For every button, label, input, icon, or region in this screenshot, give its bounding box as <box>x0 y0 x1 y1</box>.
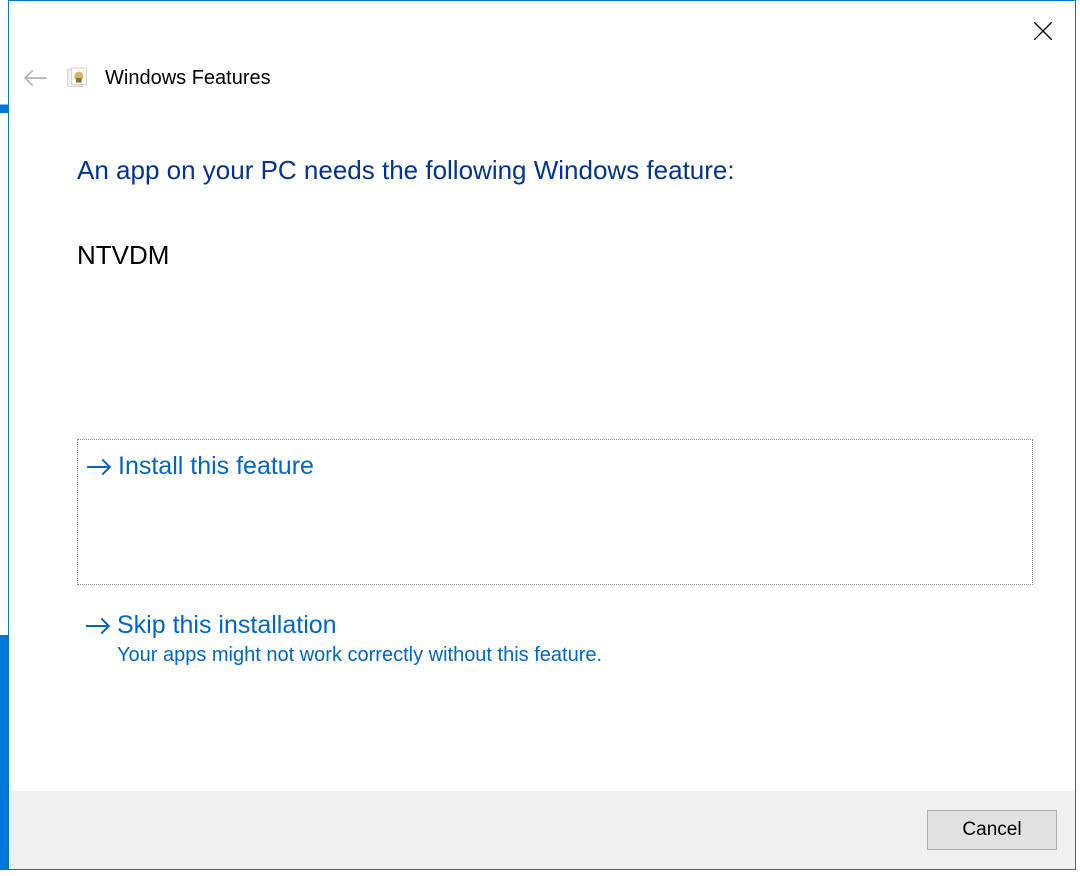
main-heading: An app on your PC needs the following Wi… <box>77 155 1033 186</box>
header-row: Windows Features <box>9 1 1075 91</box>
cancel-button[interactable]: Cancel <box>927 810 1057 850</box>
skip-title-row: Skip this installation <box>85 611 1025 640</box>
install-title-row: Install this feature <box>86 452 1024 481</box>
skip-title: Skip this installation <box>117 611 337 640</box>
close-icon <box>1033 21 1053 41</box>
content-area: An app on your PC needs the following Wi… <box>9 91 1075 791</box>
skip-subtitle: Your apps might not work correctly witho… <box>117 644 1025 667</box>
left-edge-stripe <box>0 0 8 870</box>
feature-name: NTVDM <box>77 240 1033 271</box>
cancel-label: Cancel <box>962 819 1021 841</box>
close-button[interactable] <box>1027 15 1059 47</box>
footer-bar: Cancel <box>9 791 1075 869</box>
dialog-frame: Windows Features An app on your PC needs… <box>8 0 1076 870</box>
install-option[interactable]: Install this feature <box>77 439 1033 585</box>
back-arrow-icon <box>23 68 49 88</box>
arrow-right-icon <box>86 458 114 476</box>
install-title: Install this feature <box>118 452 314 481</box>
arrow-right-icon <box>85 617 113 635</box>
back-button <box>23 65 49 91</box>
dialog-title: Windows Features <box>105 67 271 90</box>
skip-option[interactable]: Skip this installation Your apps might n… <box>77 611 1033 675</box>
windows-features-icon <box>65 66 89 90</box>
